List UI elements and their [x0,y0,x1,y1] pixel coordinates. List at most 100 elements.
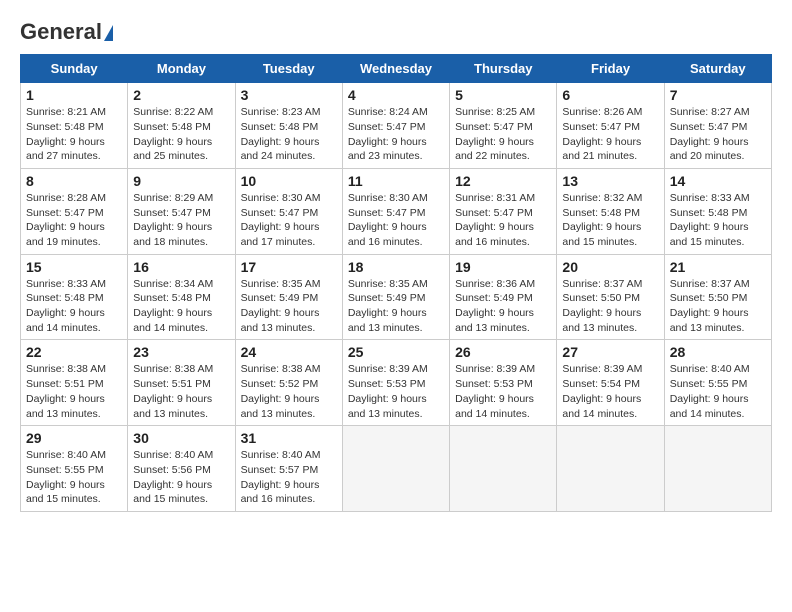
sunrise-text: Sunrise: 8:26 AM [562,105,658,120]
sunset-text: Sunset: 5:47 PM [562,120,658,135]
calendar-day-cell: 10Sunrise: 8:30 AMSunset: 5:47 PMDayligh… [235,168,342,254]
sunrise-text: Sunrise: 8:38 AM [241,362,337,377]
day-number: 31 [241,430,337,446]
calendar-day-cell: 13 Sunrise: 8:32 AMSunset: 5:48 PMDayligh… [557,168,664,254]
sunset-text: Sunset: 5:51 PM [26,377,122,392]
daylight-text: Daylight: 9 hours and 13 minutes. [241,306,337,335]
day-number: 2 [133,87,229,103]
day-number: 24 [241,344,337,360]
sunrise-text: Sunrise: 8:35 AM [348,277,444,292]
calendar-header-row: SundayMondayTuesdayWednesdayThursdayFrid… [21,55,772,83]
col-header-thursday: Thursday [450,55,557,83]
day-number: 11 [348,173,444,189]
day-detail: Sunrise: 8:33 AMSunset: 5:48 PMDaylight:… [670,191,766,250]
day-detail: Sunrise: 8:30 AMSunset: 5:47 PMDaylight:… [241,191,337,250]
sunset-text: Sunset: 5:50 PM [670,291,766,306]
day-number: 13 [562,173,658,189]
sunrise-text: Sunrise: 8:37 AM [670,277,766,292]
daylight-text: Daylight: 9 hours and 14 minutes. [26,306,122,335]
daylight-text: Daylight: 9 hours and 13 minutes. [241,392,337,421]
calendar-week-row: 1Sunrise: 8:21 AMSunset: 5:48 PMDaylight… [21,83,772,169]
day-detail: Sunrise: 8:36 AMSunset: 5:49 PMDaylight:… [455,277,551,336]
sunrise-text: Sunrise: 8:39 AM [455,362,551,377]
calendar-day-cell: 14 Sunrise: 8:33 AMSunset: 5:48 PMDayligh… [664,168,771,254]
day-number: 14 [670,173,766,189]
calendar-day-cell: 22 Sunrise: 8:38 AMSunset: 5:51 PMDayligh… [21,340,128,426]
sunset-text: Sunset: 5:49 PM [455,291,551,306]
sunrise-text: Sunrise: 8:39 AM [562,362,658,377]
daylight-text: Daylight: 9 hours and 13 minutes. [670,306,766,335]
day-detail: Sunrise: 8:25 AMSunset: 5:47 PMDaylight:… [455,105,551,164]
day-detail: Sunrise: 8:22 AMSunset: 5:48 PMDaylight:… [133,105,229,164]
sunset-text: Sunset: 5:47 PM [670,120,766,135]
day-number: 28 [670,344,766,360]
calendar-day-cell: 12Sunrise: 8:31 AMSunset: 5:47 PMDayligh… [450,168,557,254]
sunset-text: Sunset: 5:54 PM [562,377,658,392]
daylight-text: Daylight: 9 hours and 15 minutes. [562,220,658,249]
day-detail: Sunrise: 8:21 AMSunset: 5:48 PMDaylight:… [26,105,122,164]
daylight-text: Daylight: 9 hours and 13 minutes. [133,392,229,421]
calendar-day-cell: 23Sunrise: 8:38 AMSunset: 5:51 PMDayligh… [128,340,235,426]
daylight-text: Daylight: 9 hours and 21 minutes. [562,135,658,164]
sunset-text: Sunset: 5:53 PM [455,377,551,392]
sunrise-text: Sunrise: 8:30 AM [348,191,444,206]
logo: General [20,20,113,44]
sunset-text: Sunset: 5:51 PM [133,377,229,392]
calendar-day-cell: 30Sunrise: 8:40 AMSunset: 5:56 PMDayligh… [128,426,235,512]
sunset-text: Sunset: 5:48 PM [26,291,122,306]
calendar-day-cell: 24 Sunrise: 8:38 AMSunset: 5:52 PMDayligh… [235,340,342,426]
day-number: 26 [455,344,551,360]
day-detail: Sunrise: 8:24 AMSunset: 5:47 PMDaylight:… [348,105,444,164]
calendar-day-cell: 3Sunrise: 8:23 AMSunset: 5:48 PMDaylight… [235,83,342,169]
sunrise-text: Sunrise: 8:33 AM [670,191,766,206]
daylight-text: Daylight: 9 hours and 16 minutes. [241,478,337,507]
day-number: 7 [670,87,766,103]
sunset-text: Sunset: 5:48 PM [241,120,337,135]
calendar-day-cell [664,426,771,512]
sunset-text: Sunset: 5:49 PM [348,291,444,306]
calendar-week-row: 15Sunrise: 8:33 AMSunset: 5:48 PMDayligh… [21,254,772,340]
daylight-text: Daylight: 9 hours and 19 minutes. [26,220,122,249]
sunrise-text: Sunrise: 8:35 AM [241,277,337,292]
sunrise-text: Sunrise: 8:34 AM [133,277,229,292]
day-number: 20 [562,259,658,275]
daylight-text: Daylight: 9 hours and 14 minutes. [133,306,229,335]
sunrise-text: Sunrise: 8:21 AM [26,105,122,120]
calendar-week-row: 29Sunrise: 8:40 AMSunset: 5:55 PMDayligh… [21,426,772,512]
day-detail: Sunrise: 8:40 AMSunset: 5:55 PMDaylight:… [670,362,766,421]
day-number: 8 [26,173,122,189]
sunrise-text: Sunrise: 8:38 AM [26,362,122,377]
calendar-day-cell: 19Sunrise: 8:36 AMSunset: 5:49 PMDayligh… [450,254,557,340]
calendar-day-cell: 18Sunrise: 8:35 AMSunset: 5:49 PMDayligh… [342,254,449,340]
day-detail: Sunrise: 8:31 AMSunset: 5:47 PMDaylight:… [455,191,551,250]
sunrise-text: Sunrise: 8:36 AM [455,277,551,292]
sunset-text: Sunset: 5:53 PM [348,377,444,392]
daylight-text: Daylight: 9 hours and 13 minutes. [562,306,658,335]
day-number: 18 [348,259,444,275]
day-number: 29 [26,430,122,446]
sunrise-text: Sunrise: 8:24 AM [348,105,444,120]
daylight-text: Daylight: 9 hours and 15 minutes. [133,478,229,507]
day-detail: Sunrise: 8:38 AMSunset: 5:52 PMDaylight:… [241,362,337,421]
sunset-text: Sunset: 5:48 PM [670,206,766,221]
daylight-text: Daylight: 9 hours and 13 minutes. [26,392,122,421]
daylight-text: Daylight: 9 hours and 13 minutes. [455,306,551,335]
day-number: 4 [348,87,444,103]
day-detail: Sunrise: 8:28 AMSunset: 5:47 PMDaylight:… [26,191,122,250]
calendar-day-cell: 4 Sunrise: 8:24 AMSunset: 5:47 PMDaylight… [342,83,449,169]
calendar-table: SundayMondayTuesdayWednesdayThursdayFrid… [20,54,772,512]
day-detail: Sunrise: 8:32 AMSunset: 5:48 PMDaylight:… [562,191,658,250]
daylight-text: Daylight: 9 hours and 23 minutes. [348,135,444,164]
sunrise-text: Sunrise: 8:39 AM [348,362,444,377]
daylight-text: Daylight: 9 hours and 25 minutes. [133,135,229,164]
logo-arrow-icon [104,25,113,41]
daylight-text: Daylight: 9 hours and 17 minutes. [241,220,337,249]
calendar-day-cell: 6Sunrise: 8:26 AMSunset: 5:47 PMDaylight… [557,83,664,169]
day-number: 22 [26,344,122,360]
calendar-day-cell [342,426,449,512]
calendar-day-cell: 5Sunrise: 8:25 AMSunset: 5:47 PMDaylight… [450,83,557,169]
page-header: General [20,20,772,44]
sunset-text: Sunset: 5:47 PM [348,206,444,221]
day-detail: Sunrise: 8:38 AMSunset: 5:51 PMDaylight:… [26,362,122,421]
col-header-wednesday: Wednesday [342,55,449,83]
